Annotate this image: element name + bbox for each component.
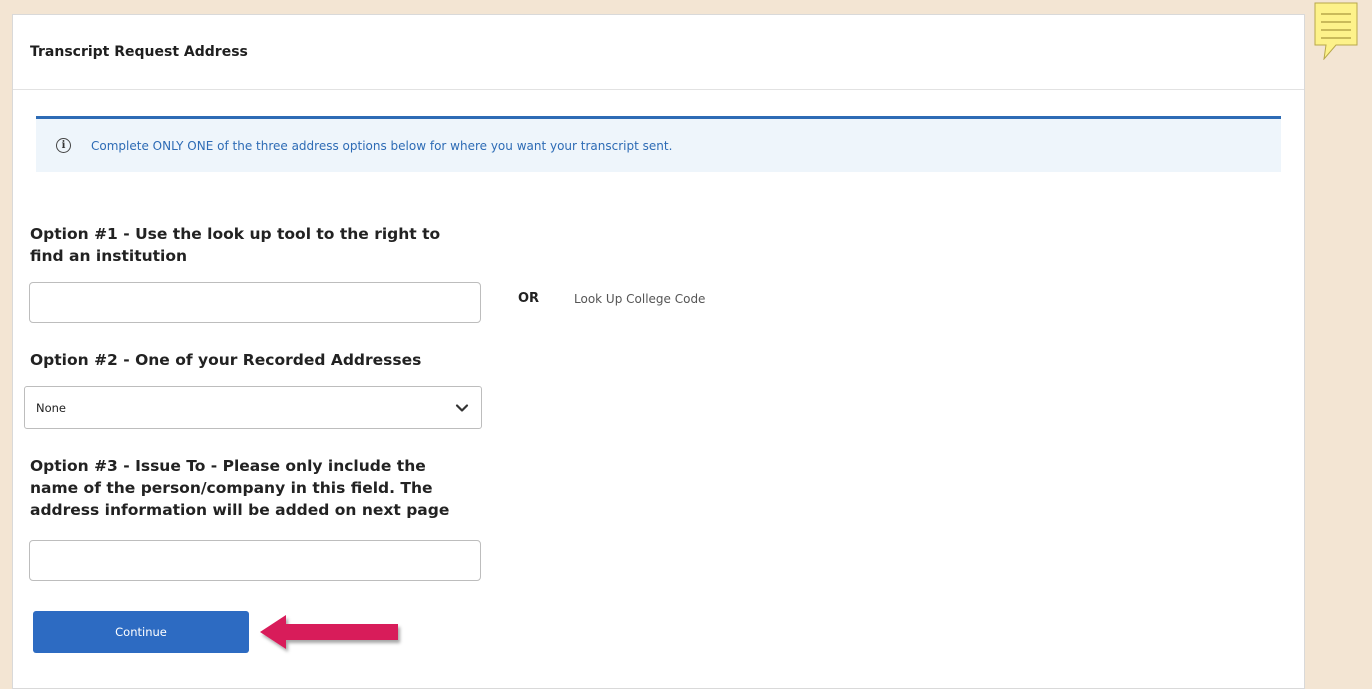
panel-title: Transcript Request Address xyxy=(13,15,1304,90)
chevron-down-icon xyxy=(455,403,469,412)
option3-label-line2: name of the person/company in this field… xyxy=(30,479,433,497)
transcript-address-panel: Transcript Request Address i Complete ON… xyxy=(12,14,1305,689)
option3-label-line1: Option #3 - Issue To - Please only inclu… xyxy=(30,457,426,475)
option1-label-line1: Option #1 - Use the look up tool to the … xyxy=(30,225,441,243)
institution-input[interactable] xyxy=(29,282,481,323)
info-banner: i Complete ONLY ONE of the three address… xyxy=(36,116,1281,172)
or-text: OR xyxy=(518,291,540,306)
recorded-address-select[interactable]: None xyxy=(24,386,482,429)
arrow-left-icon xyxy=(260,615,398,649)
look-up-college-code-link[interactable]: Look Up College Code xyxy=(574,292,705,306)
recorded-address-selected: None xyxy=(36,400,67,415)
info-circle-icon: i xyxy=(56,138,71,153)
option1-label-line2: find an institution xyxy=(30,247,188,265)
sticky-note-icon[interactable] xyxy=(1314,2,1358,60)
continue-button[interactable]: Continue xyxy=(33,611,249,653)
option3-label: Option #3 - Issue To - Please only inclu… xyxy=(30,455,449,521)
option2-label: Option #2 - One of your Recorded Address… xyxy=(30,351,422,369)
info-message: Complete ONLY ONE of the three address o… xyxy=(91,138,673,153)
issue-to-input[interactable] xyxy=(29,540,481,581)
option1-label: Option #1 - Use the look up tool to the … xyxy=(30,223,440,267)
option3-label-line3: address information will be added on nex… xyxy=(30,501,450,519)
